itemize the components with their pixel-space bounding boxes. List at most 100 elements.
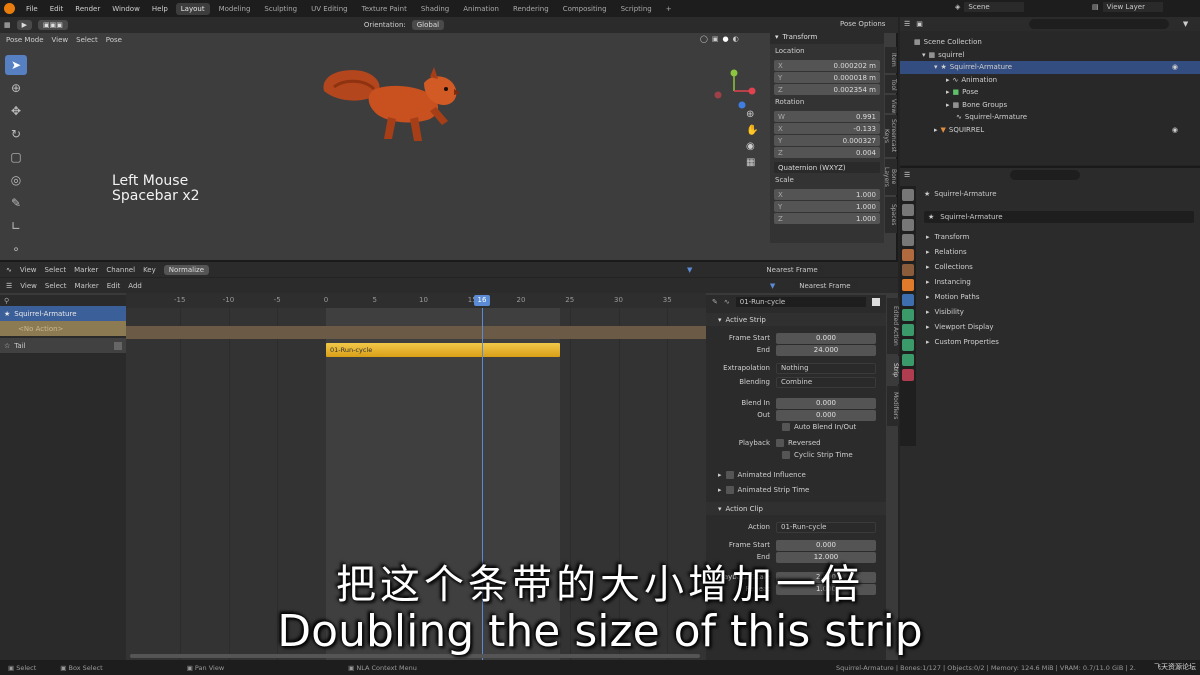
workspace-tab-shading[interactable]: Shading	[416, 3, 454, 15]
scale-tool-icon[interactable]: ▢	[5, 147, 27, 167]
texture-tab-icon[interactable]	[902, 369, 914, 381]
scale-x-field[interactable]: X 1.000	[774, 189, 880, 200]
squirrel-model[interactable]	[318, 55, 468, 151]
workspace-tab-modeling[interactable]: Modeling	[214, 3, 256, 15]
extrapolation-dropdown[interactable]: Nothing	[776, 362, 876, 374]
menu-render[interactable]: Render	[71, 5, 104, 13]
outliner-row-pose[interactable]: ▸ ■ Pose	[900, 86, 1200, 99]
strip-name-field[interactable]: 01-Run-cycle	[735, 297, 866, 307]
outliner-row-animation[interactable]: ▸ ∿ Animation	[900, 74, 1200, 87]
timeline-menu-channel[interactable]: Channel	[106, 266, 135, 274]
xray-icon[interactable]: ▣	[712, 35, 719, 43]
cursor-tool-icon[interactable]: ⊕	[5, 78, 27, 98]
search-icon[interactable]: ⚲	[4, 297, 9, 305]
annotate-tool-icon[interactable]: ✎	[5, 193, 27, 213]
workspace-tab-scripting[interactable]: Scripting	[616, 3, 657, 15]
editor-type-icon[interactable]: ▦	[4, 21, 11, 29]
solo-star-icon[interactable]: ☆	[4, 342, 10, 350]
animated-strip-time-row[interactable]: ▸ Animated Strip Time	[706, 484, 886, 496]
workspace-tab-layout[interactable]: Layout	[175, 2, 210, 15]
transform-tool-icon[interactable]: ◎	[5, 170, 27, 190]
blend-out-field[interactable]: 0.000	[776, 409, 876, 421]
workspace-tab-animation[interactable]: Animation	[458, 3, 504, 15]
view-layer-name[interactable]: View Layer	[1102, 2, 1163, 12]
nla-filter-icon[interactable]: ▼	[770, 282, 775, 290]
workspace-tab-sculpting[interactable]: Sculpting	[259, 3, 302, 15]
npanel-tab-spaces[interactable]: Spaces	[885, 197, 897, 233]
nla-frame-ruler[interactable]: -15 -10 -5 0 5 10 15 20 25 30 35	[126, 293, 706, 308]
nla-menu-select[interactable]: Select	[45, 282, 67, 290]
nla-tab-edited-action[interactable]: Edited Action	[887, 298, 899, 354]
action-frame-start-field[interactable]: 0.000	[776, 539, 876, 551]
rotate-tool-icon[interactable]: ↻	[5, 124, 27, 144]
viewport-menu-pose[interactable]: Pose	[106, 36, 122, 44]
cyclic-strip-time-checkbox[interactable]	[782, 451, 790, 459]
outliner-row-bone-groups[interactable]: ▸ ▦ Bone Groups	[900, 99, 1200, 112]
timeline-menu-marker[interactable]: Marker	[74, 266, 98, 274]
rotation-z-field[interactable]: Z 0.004	[774, 147, 880, 158]
add-workspace-button[interactable]: +	[661, 3, 677, 15]
pan-hand-icon[interactable]: ✋	[746, 123, 758, 139]
location-x-field[interactable]: X 0.000202 m	[774, 60, 880, 71]
nla-snap-dropdown[interactable]: Nearest Frame	[793, 280, 857, 291]
location-z-field[interactable]: Z 0.002354 m	[774, 84, 880, 95]
section-custom-properties[interactable]: ▸ Custom Properties	[900, 334, 1200, 349]
select-mode-icon[interactable]: ▣▣▣	[38, 20, 68, 30]
timeline-snap-dropdown[interactable]: Nearest Frame	[760, 264, 824, 275]
3d-viewport[interactable]: ▦ ▶ ▣▣▣ Orientation: Global Pose Options…	[0, 17, 898, 260]
blender-logo-icon[interactable]	[4, 3, 15, 14]
section-visibility[interactable]: ▸ Visibility	[900, 304, 1200, 319]
nla-menu-marker[interactable]: Marker	[75, 282, 99, 290]
view-layer-selector[interactable]: ▤ View Layer	[1092, 2, 1163, 12]
nla-menu-view[interactable]: View	[20, 282, 37, 290]
measure-tool-icon[interactable]: ∟	[5, 216, 27, 236]
auto-blend-checkbox[interactable]	[782, 423, 790, 431]
bone-tab-icon[interactable]	[902, 354, 914, 366]
strip-enabled-checkbox[interactable]	[871, 298, 880, 306]
workspace-tab-texture-paint[interactable]: Texture Paint	[357, 3, 412, 15]
nla-editor-icon[interactable]: ☰	[6, 282, 12, 290]
rotation-mode-dropdown[interactable]: Quaternion (WXYZ)	[774, 162, 880, 173]
section-viewport-display[interactable]: ▸ Viewport Display	[900, 319, 1200, 334]
timeline-menu-key[interactable]: Key	[143, 266, 156, 274]
workspace-tab-uv-editing[interactable]: UV Editing	[306, 3, 353, 15]
move-tool-icon[interactable]: ✥	[5, 101, 27, 121]
blend-in-field[interactable]: 0.000	[776, 397, 876, 409]
rotation-y-field[interactable]: Y 0.000327	[774, 135, 880, 146]
render-tab-icon[interactable]	[902, 204, 914, 216]
location-y-field[interactable]: Y 0.000018 m	[774, 72, 880, 83]
rotation-x-field[interactable]: X -0.133	[774, 123, 880, 134]
outliner-row-squirrel[interactable]: ▾ ▦ squirrel	[900, 49, 1200, 62]
menu-window[interactable]: Window	[108, 5, 144, 13]
material-shading-icon[interactable]: ◐	[733, 35, 739, 43]
npanel-tab-tool[interactable]: Tool	[885, 75, 897, 93]
overlay-icon[interactable]: ◯	[700, 35, 708, 43]
channel-action-line[interactable]: <No Action>	[0, 321, 126, 336]
outliner-row-armature-data[interactable]: ∿ Squirrel-Armature	[900, 111, 1200, 124]
expand-arrow-icon[interactable]: ▸	[946, 101, 950, 109]
section-motion-paths[interactable]: ▸ Motion Paths	[900, 289, 1200, 304]
blending-dropdown[interactable]: Combine	[776, 376, 876, 388]
section-transform[interactable]: ▸ Transform	[900, 229, 1200, 244]
expand-arrow-icon[interactable]: ▾	[922, 51, 926, 59]
animated-influence-row[interactable]: ▸ Animated Influence	[706, 469, 886, 481]
expand-arrow-icon[interactable]: ▸	[946, 76, 950, 84]
workspace-tab-compositing[interactable]: Compositing	[558, 3, 612, 15]
orientation-dropdown[interactable]: Global	[411, 20, 445, 30]
section-instancing[interactable]: ▸ Instancing	[900, 274, 1200, 289]
action-clip-header[interactable]: ▾ Action Clip	[706, 502, 886, 515]
scale-y-field[interactable]: Y 1.000	[774, 201, 880, 212]
select-box-tool-icon[interactable]: ➤	[5, 55, 27, 75]
scale-z-field[interactable]: Z 1.000	[774, 213, 880, 224]
channel-squirrel-armature[interactable]: ★ Squirrel-Armature	[0, 306, 126, 321]
animated-influence-checkbox[interactable]	[725, 471, 734, 479]
select-tool-icon[interactable]: ▶	[16, 20, 33, 30]
workspace-tab-rendering[interactable]: Rendering	[508, 3, 554, 15]
nla-strip-run-cycle[interactable]: 01-Run-cycle	[326, 343, 560, 357]
expand-arrow-icon[interactable]: ▸	[946, 88, 950, 96]
section-collections[interactable]: ▸ Collections	[900, 259, 1200, 274]
object-name-field[interactable]: ★ Squirrel-Armature	[924, 211, 1194, 223]
action-selector[interactable]: 01-Run-cycle	[776, 521, 876, 533]
pose-options-button[interactable]: Pose Options	[840, 20, 885, 28]
scene-name[interactable]: Scene	[964, 2, 1025, 12]
